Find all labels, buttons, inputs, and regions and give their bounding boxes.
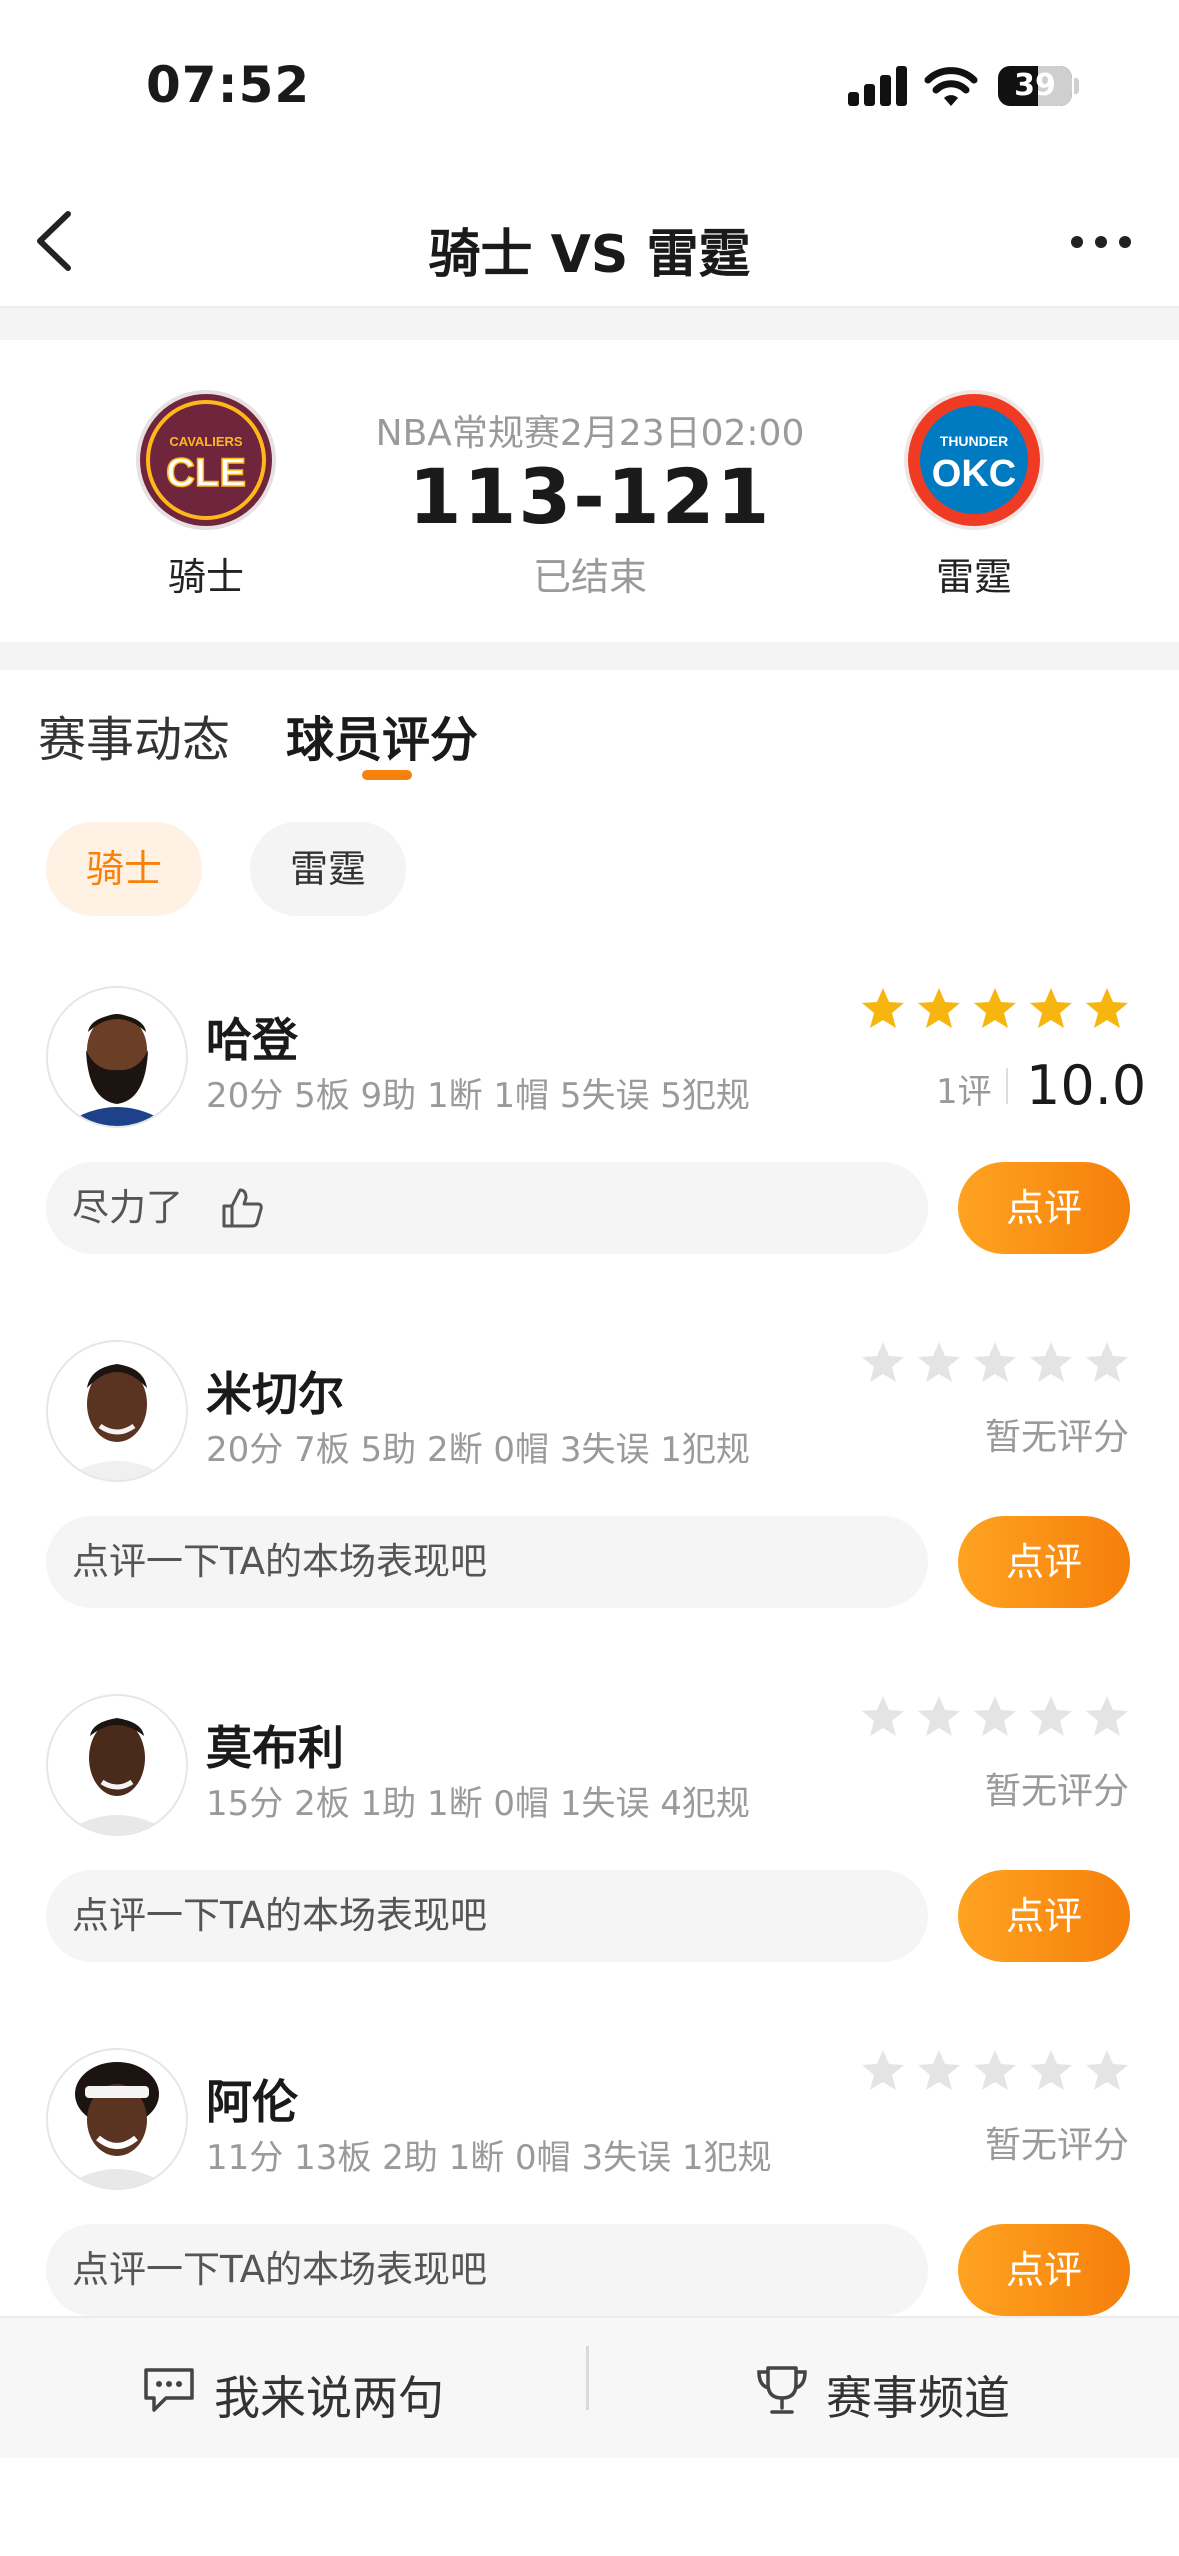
star-icon <box>1030 988 1072 1028</box>
comment-box[interactable]: 点评一下TA的本场表现吧 <box>46 1516 928 1608</box>
rating-stars <box>860 1694 1132 1744</box>
star-icon <box>974 988 1016 1028</box>
chat-icon[interactable] <box>142 2364 196 2414</box>
battery-level: 39 <box>1014 68 1056 103</box>
star-icon <box>1030 1342 1072 1382</box>
filter-away-team[interactable]: 雷霆 <box>250 822 406 916</box>
review-button[interactable]: 点评 <box>958 1516 1130 1608</box>
battery-icon: 39 <box>998 66 1072 106</box>
tab-player-ratings[interactable]: 球员评分 <box>286 700 478 770</box>
player-avatar <box>46 1340 188 1482</box>
match-channel-button[interactable]: 赛事频道 <box>826 2362 1010 2428</box>
no-rating-text: 暂无评分 <box>984 1771 1129 1812</box>
signal-icon <box>848 66 910 106</box>
player-stats: 15分 2板 1助 1断 0帽 1失误 4犯规 <box>206 1784 750 1824</box>
rating-stars <box>860 1340 1132 1390</box>
comment-box[interactable]: 尽力了 <box>46 1162 928 1254</box>
star-icon <box>918 1696 960 1736</box>
comment-placeholder: 点评一下TA的本场表现吧 <box>72 1540 488 1583</box>
comment-entry-button[interactable]: 我来说两句 <box>214 2362 444 2428</box>
match-score: 113-121 <box>408 452 772 541</box>
comment-box[interactable]: 点评一下TA的本场表现吧 <box>46 1870 928 1962</box>
player-rating-score: 10.0 <box>1026 1054 1147 1117</box>
star-icon <box>918 2050 960 2090</box>
star-icon <box>918 1342 960 1382</box>
away-team-name: 雷霆 <box>935 555 1012 599</box>
player-name: 阿伦 <box>206 2075 298 2129</box>
star-icon <box>862 1342 904 1382</box>
star-icon <box>918 988 960 1028</box>
player-card: 哈登 20分 5板 9助 1断 1帽 5失误 5犯规 1评 10.0 尽力了 点… <box>0 986 1179 1340</box>
star-icon <box>1086 2050 1128 2090</box>
match-info: NBA常规赛2月23日02:00 <box>375 413 805 454</box>
trophy-icon[interactable] <box>754 2362 810 2418</box>
star-icon <box>1030 1696 1072 1736</box>
player-avatar <box>46 1694 188 1836</box>
home-logo-top-text: CAVALIERS <box>169 434 243 449</box>
comment-box[interactable]: 点评一下TA的本场表现吧 <box>46 2224 928 2316</box>
review-count: 1评 <box>936 1072 992 1112</box>
page-title: 骑士 VS 雷霆 <box>428 225 751 285</box>
player-name: 莫布利 <box>206 1721 344 1775</box>
player-name: 哈登 <box>206 1013 298 1067</box>
no-rating-text: 暂无评分 <box>984 2125 1129 2166</box>
player-avatar <box>46 2048 188 2190</box>
player-name: 米切尔 <box>206 1367 344 1421</box>
section-separator <box>0 642 1179 670</box>
star-icon <box>974 1696 1016 1736</box>
home-team-name: 骑士 <box>167 555 244 599</box>
score-divider <box>1006 1068 1008 1104</box>
bottom-divider <box>586 2346 589 2410</box>
star-icon <box>862 988 904 1028</box>
star-icon <box>974 1342 1016 1382</box>
home-indicator-area <box>0 2458 1179 2556</box>
active-tab-indicator <box>362 770 412 780</box>
player-stats: 11分 13板 2助 1断 0帽 3失误 1犯规 <box>206 2138 772 2178</box>
away-logo-top-text: THUNDER <box>940 433 1008 449</box>
star-icon <box>1086 1696 1128 1736</box>
comment-placeholder: 点评一下TA的本场表现吧 <box>72 1894 488 1937</box>
tab-match-updates[interactable]: 赛事动态 <box>38 700 230 770</box>
comment-text: 尽力了 <box>72 1186 183 1229</box>
rating-stars <box>860 986 1132 1036</box>
home-team-logo[interactable]: CAVALIERS CLE <box>136 390 276 530</box>
review-button[interactable]: 点评 <box>958 1162 1130 1254</box>
filter-home-team[interactable]: 骑士 <box>46 822 202 916</box>
star-icon <box>1030 2050 1072 2090</box>
more-icon[interactable] <box>1068 232 1134 252</box>
player-stats: 20分 5板 9助 1断 1帽 5失误 5犯规 <box>206 1076 750 1116</box>
player-stats: 20分 7板 5助 2断 0帽 3失误 1犯规 <box>206 1430 750 1470</box>
thumbs-up-icon[interactable] <box>220 1186 264 1230</box>
star-icon <box>862 1696 904 1736</box>
battery-tip <box>1074 78 1079 94</box>
review-button[interactable]: 点评 <box>958 1870 1130 1962</box>
star-icon <box>1086 988 1128 1028</box>
away-team-logo[interactable]: THUNDER OKC <box>904 390 1044 530</box>
player-avatar <box>46 986 188 1128</box>
home-logo-main-text: CLE <box>166 451 246 495</box>
match-status: 已结束 <box>532 555 647 599</box>
rating-stars <box>860 2048 1132 2098</box>
section-separator <box>0 308 1179 340</box>
star-icon <box>862 2050 904 2090</box>
player-card: 莫布利 15分 2板 1助 1断 0帽 1失误 4犯规 暂无评分 点评一下TA的… <box>0 1694 1179 2048</box>
review-button[interactable]: 点评 <box>958 2224 1130 2316</box>
away-logo-main-text: OKC <box>932 453 1016 495</box>
status-time: 07:52 <box>146 56 311 114</box>
comment-placeholder: 点评一下TA的本场表现吧 <box>72 2248 488 2291</box>
player-card: 米切尔 20分 7板 5助 2断 0帽 3失误 1犯规 暂无评分 点评一下TA的… <box>0 1340 1179 1694</box>
star-icon <box>974 2050 1016 2090</box>
wifi-icon <box>924 67 978 106</box>
no-rating-text: 暂无评分 <box>984 1417 1129 1458</box>
star-icon <box>1086 1342 1128 1382</box>
